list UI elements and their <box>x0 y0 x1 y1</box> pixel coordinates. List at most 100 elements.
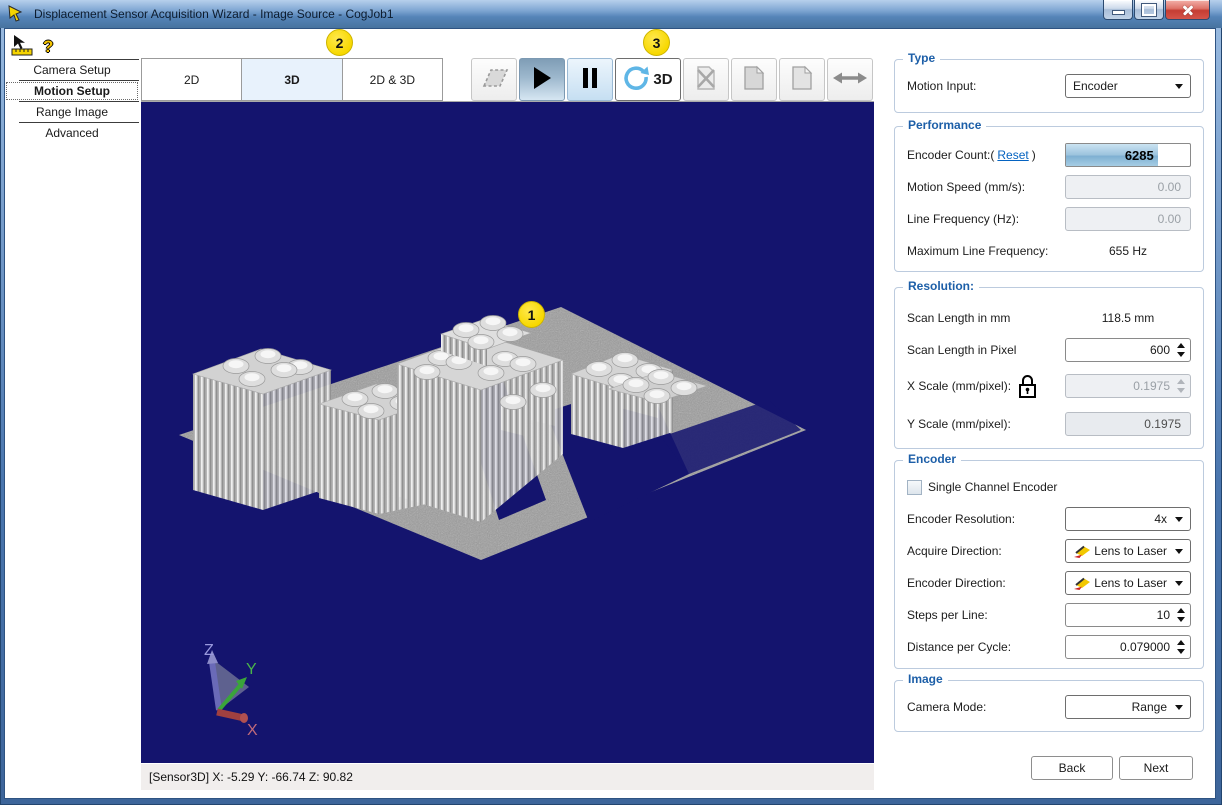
callout-badge-2: 2 <box>326 29 353 56</box>
next-button[interactable]: Next <box>1119 756 1193 780</box>
lock-icon[interactable] <box>1017 373 1038 399</box>
spinner-arrows[interactable] <box>1177 608 1185 622</box>
scan-length-mm-value: 118.5 mm <box>1065 311 1191 325</box>
rotate-3d-button[interactable]: 3D <box>615 58 681 101</box>
cursor-position-readout: [Sensor3D] X: -5.29 Y: -66.74 Z: 90.82 <box>149 770 353 784</box>
encoder-count-fill: 6285 <box>1066 144 1158 166</box>
titlebar[interactable]: Displacement Sensor Acquisition Wizard -… <box>0 0 1222 28</box>
encoder-count-label: Encoder Count:(Reset) <box>907 148 1036 162</box>
tab-3d[interactable]: 3D <box>242 59 342 100</box>
play-icon <box>532 66 552 93</box>
line-frequency-label: Line Frequency (Hz): <box>907 212 1019 226</box>
chevron-down-icon <box>1175 517 1183 522</box>
encoder-direction-label: Encoder Direction: <box>907 576 1006 590</box>
axis-y-label: Y <box>246 661 257 678</box>
chevron-down-icon <box>1175 84 1183 89</box>
callout-badge-3: 3 <box>643 29 670 56</box>
encoder-group: Encoder Single Channel Encoder Encoder R… <box>894 460 1204 669</box>
wizard-step-list: Camera Setup Motion Setup Range Image Ad… <box>5 59 139 143</box>
acquire-direction-label: Acquire Direction: <box>907 544 1002 558</box>
tab-2d[interactable]: 2D <box>142 59 242 100</box>
app-icon <box>8 5 28 23</box>
chevron-down-icon <box>1175 549 1183 554</box>
minimize-icon <box>1112 10 1125 15</box>
sidebar-item-camera-setup[interactable]: Camera Setup <box>5 60 139 80</box>
save-image-button[interactable] <box>731 58 777 101</box>
page-icon <box>743 65 765 94</box>
line-frequency-field: 0.00 <box>1065 207 1191 231</box>
motion-speed-field: 0.00 <box>1065 175 1191 199</box>
back-button[interactable]: Back <box>1031 756 1113 780</box>
type-group-title: Type <box>903 51 940 65</box>
encoder-resolution-label: Encoder Resolution: <box>907 512 1015 526</box>
encoder-count-field[interactable]: 6285 <box>1065 143 1191 167</box>
encoder-direction-select[interactable]: Lens to Laser <box>1065 571 1191 595</box>
distance-per-cycle-label: Distance per Cycle: <box>907 640 1011 654</box>
clear-image-button[interactable] <box>683 58 729 101</box>
spinner-arrows[interactable] <box>1177 343 1185 357</box>
resolution-group-title: Resolution: <box>903 279 979 293</box>
rotate-3d-label: 3D <box>653 71 672 88</box>
sidebar-item-advanced[interactable]: Advanced <box>5 123 139 143</box>
encoder-resolution-select[interactable]: 4x <box>1065 507 1191 531</box>
performance-group: Performance Encoder Count:(Reset) 6285 M… <box>894 126 1204 272</box>
spinner-arrows[interactable] <box>1177 640 1185 654</box>
calibration-pointer-icon[interactable] <box>11 34 33 59</box>
motion-input-select[interactable]: Encoder <box>1065 74 1191 98</box>
single-channel-encoder-checkbox[interactable] <box>907 480 922 495</box>
reset-link[interactable]: Reset <box>997 148 1028 162</box>
encoder-group-title: Encoder <box>903 452 961 466</box>
scan-length-px-label: Scan Length in Pixel <box>907 343 1016 357</box>
axis-triad: Z Y X <box>204 642 258 739</box>
sidebar-item-motion-setup[interactable]: Motion Setup <box>5 81 139 101</box>
acquire-direction-select[interactable]: Lens to Laser <box>1065 539 1191 563</box>
view-tabs: 2D 3D 2D & 3D <box>141 58 443 101</box>
single-channel-encoder-label: Single Channel Encoder <box>928 480 1057 494</box>
horizontal-arrow-icon <box>833 70 867 89</box>
maximize-icon <box>1142 4 1156 16</box>
close-button[interactable] <box>1165 0 1210 20</box>
region-select-button[interactable] <box>471 58 517 101</box>
pan-button[interactable] <box>827 58 873 101</box>
maximize-button[interactable] <box>1134 0 1164 20</box>
page-icon <box>791 65 813 94</box>
y-scale-label: Y Scale (mm/pixel): <box>907 417 1011 431</box>
y-scale-field: 0.1975 <box>1065 412 1191 436</box>
chevron-down-icon <box>1175 581 1183 586</box>
spinner-arrows <box>1177 379 1185 393</box>
load-image-button[interactable] <box>779 58 825 101</box>
callout-badge-1: 1 <box>518 301 545 328</box>
scan-length-mm-label: Scan Length in mm <box>907 311 1010 325</box>
acquisition-toolbar: 3D <box>471 58 873 101</box>
axis-z-label: Z <box>204 642 214 659</box>
camera-mode-select[interactable]: Range <box>1065 695 1191 719</box>
page-x-icon <box>694 65 718 94</box>
steps-per-line-stepper[interactable]: 10 <box>1065 603 1191 627</box>
help-icon[interactable]: ? <box>43 37 53 57</box>
pause-button[interactable] <box>567 58 613 101</box>
chevron-down-icon <box>1175 705 1183 710</box>
sidebar-item-range-image[interactable]: Range Image <box>5 102 139 122</box>
motion-speed-label: Motion Speed (mm/s): <box>907 180 1025 194</box>
x-scale-stepper: 0.1975 <box>1065 374 1191 398</box>
sensor-direction-icon <box>1074 545 1091 558</box>
type-group: Type Motion Input: Encoder <box>894 59 1204 113</box>
performance-group-title: Performance <box>903 118 986 132</box>
motion-input-label: Motion Input: <box>907 79 976 93</box>
minimize-button[interactable] <box>1103 0 1133 20</box>
status-bar: [Sensor3D] X: -5.29 Y: -66.74 Z: 90.82 <box>141 763 874 790</box>
max-line-frequency-value: 655 Hz <box>1065 244 1191 258</box>
pause-icon <box>581 67 599 92</box>
axis-x-label: X <box>247 722 258 739</box>
tab-2d-and-3d[interactable]: 2D & 3D <box>343 59 442 100</box>
x-scale-label: X Scale (mm/pixel): <box>907 379 1011 393</box>
dashed-region-icon <box>477 67 511 92</box>
sensor-direction-icon <box>1074 577 1091 590</box>
3d-view[interactable]: Z Y X <box>141 102 874 763</box>
distance-per-cycle-stepper[interactable]: 0.079000 <box>1065 635 1191 659</box>
scan-length-px-stepper[interactable]: 600 <box>1065 338 1191 362</box>
image-group: Image Camera Mode: Range <box>894 680 1204 732</box>
play-button[interactable] <box>519 58 565 101</box>
image-group-title: Image <box>903 672 948 686</box>
camera-mode-label: Camera Mode: <box>907 700 986 714</box>
